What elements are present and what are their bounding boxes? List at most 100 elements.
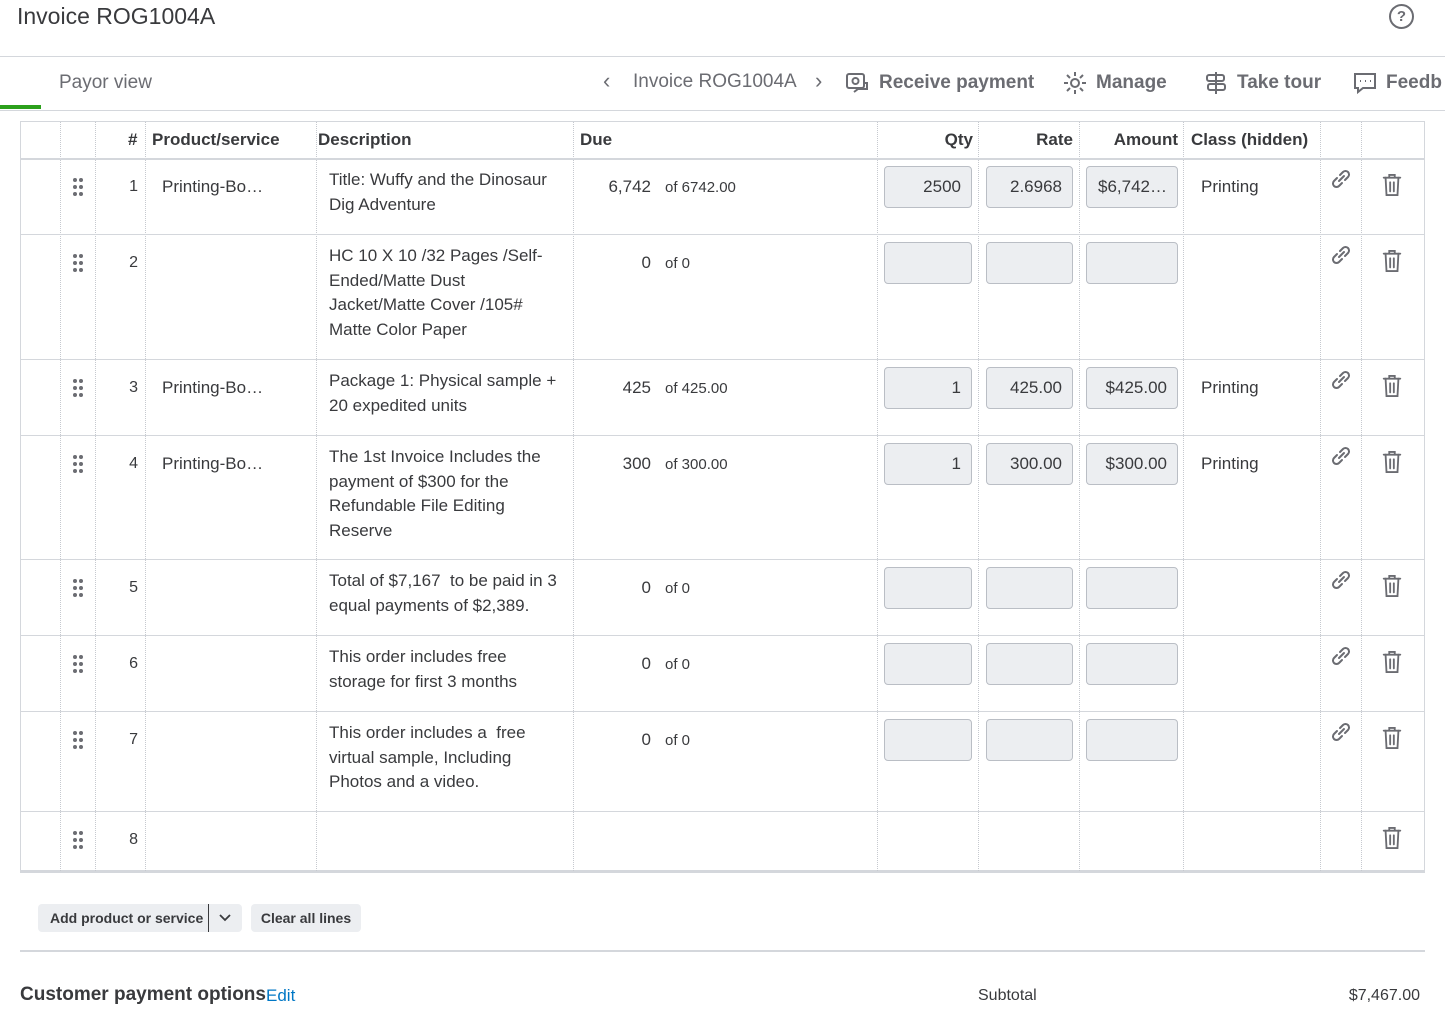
drag-handle-icon[interactable]	[73, 379, 83, 399]
delete-row-button[interactable]	[1381, 650, 1405, 676]
product-service-cell[interactable]: Printing-Bo…	[162, 452, 263, 477]
trash-icon	[1382, 375, 1402, 397]
amount-input[interactable]	[1086, 643, 1178, 685]
chevron-right-icon[interactable]: ›	[815, 68, 822, 94]
qty-input[interactable]: 1	[884, 367, 972, 409]
description-line[interactable]: Ended/Matte Dust	[329, 269, 465, 294]
take-tour-label: Take tour	[1237, 72, 1322, 93]
link-button[interactable]	[1329, 166, 1353, 192]
trash-icon	[1382, 727, 1402, 749]
due-of-total: of 0	[665, 255, 691, 272]
qty-input[interactable]: 2500	[884, 166, 972, 208]
amount-input[interactable]	[1086, 719, 1178, 761]
trash-icon	[1382, 651, 1402, 673]
link-button[interactable]	[1329, 719, 1353, 745]
link-icon	[1331, 570, 1351, 590]
description-line[interactable]: The 1st Invoice Includes the	[329, 445, 541, 470]
drag-handle-icon[interactable]	[73, 579, 83, 599]
qty-input[interactable]	[884, 567, 972, 609]
rate-input[interactable]: 300.00	[986, 443, 1073, 485]
description-line[interactable]: This order includes a free	[329, 721, 526, 746]
rate-input[interactable]: 2.6968	[986, 166, 1073, 208]
rate-input[interactable]	[986, 719, 1073, 761]
tab-payor-view[interactable]: Payor view	[59, 72, 152, 94]
amount-input[interactable]	[1086, 567, 1178, 609]
section-divider	[20, 950, 1425, 952]
description-line[interactable]: Jacket/Matte Cover /105#	[329, 293, 523, 318]
add-product-button[interactable]: Add product or service	[38, 904, 242, 932]
take-tour-button[interactable]: Take tour	[1203, 70, 1321, 96]
description-line[interactable]: equal payments of $2,389.	[329, 594, 529, 619]
description-line[interactable]: Reserve	[329, 519, 392, 544]
amount-input[interactable]: $6,742…	[1086, 166, 1178, 208]
add-product-label: Add product or service	[50, 910, 204, 926]
receive-payment-button[interactable]: Receive payment	[845, 70, 1034, 96]
help-icon[interactable]: ?	[1389, 4, 1414, 29]
delete-row-button[interactable]	[1381, 173, 1405, 199]
delete-row-button[interactable]	[1381, 374, 1405, 400]
header-rate: Rate	[1036, 130, 1073, 149]
drag-handle-icon[interactable]	[73, 731, 83, 751]
description-line[interactable]: storage for first 3 months	[329, 670, 517, 695]
rate-input[interactable]	[986, 242, 1073, 284]
link-icon	[1331, 169, 1351, 189]
manage-button[interactable]: Manage	[1062, 70, 1167, 96]
description-line[interactable]: Package 1: Physical sample +	[329, 369, 556, 394]
line-items-table: # Product/service Description Due Qty Ra…	[20, 121, 1425, 873]
description-line[interactable]: Photos and a video.	[329, 770, 479, 795]
add-product-dropdown[interactable]	[208, 904, 241, 932]
drag-handle-icon[interactable]	[73, 254, 83, 274]
rate-input[interactable]: 425.00	[986, 367, 1073, 409]
qty-input[interactable]	[884, 242, 972, 284]
description-line[interactable]: Title: Wuffy and the Dinosaur	[329, 168, 547, 193]
qty-input[interactable]	[884, 643, 972, 685]
rate-input[interactable]	[986, 567, 1073, 609]
due-amount: 0	[641, 578, 651, 597]
product-service-cell[interactable]: Printing-Bo…	[162, 175, 263, 200]
drag-handle-icon[interactable]	[73, 455, 83, 475]
delete-row-button[interactable]	[1381, 249, 1405, 275]
feedback-button[interactable]: Feedb	[1352, 70, 1442, 96]
delete-row-button[interactable]	[1381, 450, 1405, 476]
description-line[interactable]: payment of $300 for the	[329, 470, 509, 495]
drag-handle-icon[interactable]	[73, 655, 83, 675]
qty-input[interactable]: 1	[884, 443, 972, 485]
description-line[interactable]: Matte Color Paper	[329, 318, 467, 343]
chat-bubble-icon	[1354, 73, 1376, 95]
line-number: 2	[129, 254, 138, 271]
description-line[interactable]: virtual sample, Including	[329, 746, 511, 771]
clear-all-lines-button[interactable]: Clear all lines	[251, 904, 361, 932]
description-line[interactable]: HC 10 X 10 /32 Pages /Self-	[329, 244, 543, 269]
gear-icon	[1064, 72, 1086, 94]
drag-handle-icon[interactable]	[73, 831, 83, 851]
receive-payment-label: Receive payment	[879, 72, 1035, 93]
class-cell[interactable]: Printing	[1201, 452, 1259, 477]
amount-input[interactable]: $300.00	[1086, 443, 1178, 485]
description-line[interactable]: 20 expedited units	[329, 394, 467, 419]
link-button[interactable]	[1329, 567, 1353, 593]
link-button[interactable]	[1329, 367, 1353, 393]
rate-input[interactable]	[986, 643, 1073, 685]
delete-row-button[interactable]	[1381, 726, 1405, 752]
amount-input[interactable]: $425.00	[1086, 367, 1178, 409]
subtotal-label: Subtotal	[978, 987, 1037, 1004]
description-line[interactable]: Refundable File Editing	[329, 494, 505, 519]
description-line[interactable]: Total of $7,167 to be paid in 3	[329, 569, 557, 594]
link-button[interactable]	[1329, 443, 1353, 469]
drag-handle-icon[interactable]	[73, 178, 83, 198]
description-line[interactable]: This order includes free	[329, 645, 507, 670]
delete-row-button[interactable]	[1381, 574, 1405, 600]
class-cell[interactable]: Printing	[1201, 376, 1259, 401]
chevron-left-icon[interactable]: ‹	[603, 68, 610, 94]
header-amount: Amount	[1113, 130, 1178, 149]
product-service-cell[interactable]: Printing-Bo…	[162, 376, 263, 401]
amount-input[interactable]	[1086, 242, 1178, 284]
trash-icon	[1382, 250, 1402, 272]
link-button[interactable]	[1329, 643, 1353, 669]
qty-input[interactable]	[884, 719, 972, 761]
description-line[interactable]: Dig Adventure	[329, 193, 436, 218]
class-cell[interactable]: Printing	[1201, 175, 1259, 200]
edit-payment-options-link[interactable]: Edit	[266, 986, 295, 1006]
link-button[interactable]	[1329, 242, 1353, 268]
delete-row-button[interactable]	[1381, 826, 1405, 852]
